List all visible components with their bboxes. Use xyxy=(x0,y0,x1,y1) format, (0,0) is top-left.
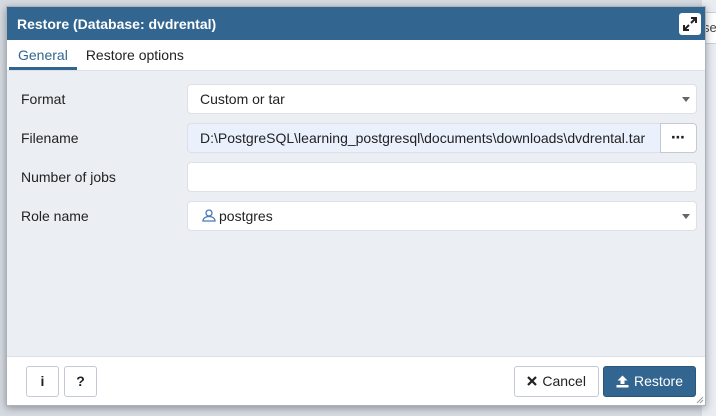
tab-general[interactable]: General xyxy=(9,40,77,70)
browse-file-button[interactable]: ⋯ xyxy=(660,122,697,153)
help-button[interactable]: ? xyxy=(64,365,97,397)
cancel-label: Cancel xyxy=(542,373,586,389)
filename-input[interactable]: D:\PostgreSQL\learning_postgresql\docume… xyxy=(187,122,660,153)
more-icon: ⋯ xyxy=(671,129,686,145)
format-row: Format Custom or tar xyxy=(15,79,697,118)
jobs-row: Number of jobs xyxy=(15,157,697,196)
cancel-button[interactable]: Cancel xyxy=(514,365,599,397)
dialog-title: Restore (Database: dvdrental) xyxy=(17,15,217,32)
caret-down-icon xyxy=(682,213,690,219)
restore-label: Restore xyxy=(633,373,683,389)
footer-left: i ? xyxy=(26,365,97,397)
expand-icon xyxy=(683,16,697,31)
format-select[interactable]: Custom or tar xyxy=(187,83,697,114)
user-icon xyxy=(202,209,216,222)
filename-label: Filename xyxy=(21,129,79,146)
role-label: Role name xyxy=(21,207,89,224)
jobs-label: Number of jobs xyxy=(21,168,116,185)
close-icon xyxy=(527,376,538,386)
dialog-titlebar[interactable]: Restore (Database: dvdrental) xyxy=(7,7,705,40)
resize-grip-icon[interactable] xyxy=(696,396,704,404)
dialog-tabs: General Restore options xyxy=(7,40,705,71)
restore-button[interactable]: Restore xyxy=(602,365,696,397)
restore-dialog: Restore (Database: dvdrental) General Re… xyxy=(6,6,706,406)
dialog-footer: i ? Cancel Restore xyxy=(7,356,705,405)
tab-restore-options[interactable]: Restore options xyxy=(77,40,193,70)
role-value: postgres xyxy=(219,207,273,224)
role-select[interactable]: postgres xyxy=(187,200,697,231)
format-label: Format xyxy=(21,90,66,107)
jobs-input[interactable] xyxy=(187,161,697,192)
caret-down-icon xyxy=(682,96,690,102)
upload-icon xyxy=(616,375,629,388)
format-value: Custom or tar xyxy=(200,90,285,107)
role-row: Role name postgres xyxy=(15,196,697,235)
general-form: Format Custom or tar Filename D:\Postgre… xyxy=(7,71,705,235)
filename-row: Filename D:\PostgreSQL\learning_postgres… xyxy=(15,118,697,157)
filename-control: D:\PostgreSQL\learning_postgresql\docume… xyxy=(187,122,697,153)
help-icon: ? xyxy=(76,373,85,389)
maximize-button[interactable] xyxy=(679,12,701,35)
info-button[interactable]: i xyxy=(26,365,59,397)
info-icon: i xyxy=(40,373,45,389)
footer-right: Cancel Restore xyxy=(514,365,696,397)
